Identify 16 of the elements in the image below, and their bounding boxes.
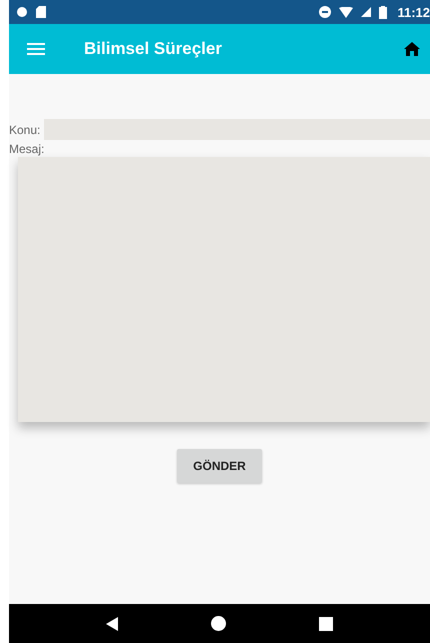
signal-icon: [361, 7, 372, 17]
message-field[interactable]: [18, 157, 430, 422]
clock: 11:12: [397, 4, 430, 20]
home-circle-icon[interactable]: [210, 616, 226, 631]
wifi-icon: [339, 6, 354, 18]
app-title: Bilimsel Süreçler: [84, 39, 223, 59]
do-not-disturb-icon: [319, 6, 332, 18]
circle-icon: [16, 6, 28, 18]
home-icon[interactable]: [404, 42, 420, 56]
message-label: Mesaj:: [9, 142, 46, 156]
sd-card-icon: [36, 6, 46, 18]
subject-label: Konu:: [9, 122, 40, 136]
send-button[interactable]: GÖNDER: [177, 449, 262, 483]
back-icon[interactable]: [106, 616, 118, 630]
battery-icon: [379, 6, 388, 18]
recents-icon[interactable]: [319, 616, 334, 630]
